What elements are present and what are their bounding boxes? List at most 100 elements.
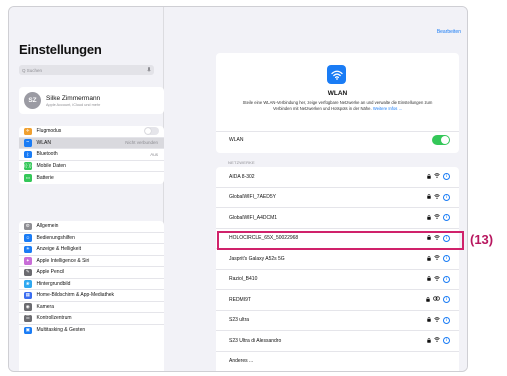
connectivity-group: ✈ Flugmodus ⌔ WLAN Nicht verbunden ᛒ Bluetooth…	[19, 126, 164, 184]
network-row[interactable]: REDMI9T i	[216, 290, 459, 311]
info-icon[interactable]: i	[443, 255, 450, 263]
sidebar-item-label: Hintergrundbild	[36, 280, 71, 287]
network-status-icons: i	[427, 214, 450, 222]
network-row[interactable]: GlobalWIFI_7AED5Y i	[216, 188, 459, 208]
sidebar-item-label: WLAN	[36, 139, 51, 146]
network-row[interactable]: GlobalWIFI_A4DCM1 i	[216, 208, 459, 229]
sidebar-item-label: Mobile Daten	[36, 162, 66, 169]
profile-name: Silke Zimmermann	[46, 94, 101, 102]
battery-icon: ▭	[24, 174, 32, 182]
lock-icon	[426, 296, 430, 303]
lock-icon	[427, 337, 431, 344]
network-row[interactable]: S23 ultra i	[216, 311, 459, 331]
hotspot-icon	[433, 296, 440, 303]
sidebar-item-apple-pencil[interactable]: ✎ Apple Pencil	[19, 267, 164, 279]
network-row[interactable]: Raziol_B410 i	[216, 270, 459, 290]
network-status-icons: i	[427, 173, 450, 181]
wifi-icon: ⌔	[24, 139, 32, 147]
network-name: GlobalWIFI_A4DCM1	[229, 214, 278, 221]
sidebar-item-label: Kontrollzentrum	[36, 315, 72, 322]
network-status-icons: i	[427, 316, 450, 324]
sidebar-item-label: Multitasking & Gesten	[36, 327, 86, 334]
wlan-title: WLAN	[327, 90, 348, 97]
info-icon[interactable]: i	[443, 296, 450, 304]
lock-icon	[427, 276, 431, 282]
sidebar-item-value: Nicht verbunden	[125, 140, 158, 146]
wlan-toggle-label: WLAN	[229, 137, 244, 143]
general-group: ⚙ Allgemein ☺ Bedienungshilfen ☀ Anzeige & He…	[19, 221, 164, 371]
sidebar-item-flugmodus[interactable]: ✈ Flugmodus	[19, 126, 164, 138]
annotation-label: (13)	[470, 232, 494, 247]
accessibility-icon: ☺	[24, 234, 32, 242]
search-placeholder: Q Suchen	[22, 67, 43, 73]
sidebar-item-label: Bedienungshilfen	[36, 234, 75, 241]
sidebar-item-apple-intelligence-siri[interactable]: ✦ Apple Intelligence & Siri	[19, 256, 164, 267]
avatar: SZ	[24, 92, 41, 109]
control-center-icon: ☰	[24, 314, 32, 322]
sidebar-item-wlan[interactable]: ⌔ WLAN Nicht verbunden	[19, 137, 164, 149]
other-network-row[interactable]: Anderes ...	[216, 352, 459, 372]
info-icon[interactable]: i	[443, 214, 450, 222]
sidebar-item-label: Flugmodus	[36, 128, 62, 135]
lock-icon	[427, 317, 431, 323]
bluetooth-icon: ᛒ	[24, 150, 32, 158]
wifi-signal-icon	[434, 173, 440, 180]
info-icon[interactable]: i	[443, 275, 450, 283]
sidebar-item-anzeige-helligkeit[interactable]: ☀ Anzeige & Helligkeit	[19, 244, 164, 256]
gear-icon: ⚙	[24, 222, 32, 230]
network-status-icons: i	[427, 193, 450, 201]
camera-icon: ◉	[24, 303, 32, 311]
edit-button[interactable]: Bearbeiten	[437, 29, 461, 35]
sidebar-item-mobile-daten[interactable]: ((·)) Mobile Daten	[19, 161, 164, 172]
sidebar-item-home-bildschirm-app-mediathek[interactable]: ▦ Home-Bildschirm & App-Mediathek	[19, 290, 164, 302]
network-name: REDMI9T	[229, 296, 251, 303]
apple-account-card[interactable]: SZ Silke Zimmermann Apple Account, iClou…	[19, 87, 164, 114]
multitasking-icon: ▣	[24, 326, 32, 334]
info-icon[interactable]: i	[443, 316, 450, 324]
sidebar-item-hintergrundbild[interactable]: ❀ Hintergrundbild	[19, 279, 164, 290]
lock-icon	[427, 255, 431, 262]
wlan-toggle[interactable]	[432, 135, 450, 145]
network-name: Jasprit's Galaxy A52s 5G	[229, 255, 285, 262]
antenna-icon: ((·))	[24, 162, 32, 170]
sidebar-item-bluetooth[interactable]: ᛒ Bluetooth Aus	[19, 149, 164, 161]
network-name: GlobalWIFI_7AED5Y	[229, 194, 276, 201]
airplane-mode-toggle[interactable]	[144, 127, 159, 136]
airplane-icon: ✈	[24, 127, 32, 135]
more-info-link[interactable]: Weitere Infos ...	[373, 106, 402, 111]
sidebar-item-bedienungshilfen[interactable]: ☺ Bedienungshilfen	[19, 233, 164, 244]
siri-icon: ✦	[24, 257, 32, 265]
info-icon[interactable]: i	[443, 173, 450, 181]
lock-icon	[427, 194, 431, 200]
info-icon[interactable]: i	[443, 193, 450, 201]
network-row[interactable]: Jasprit's Galaxy A52s 5G i	[216, 249, 459, 270]
sidebar-item-label: Kamera	[36, 303, 55, 310]
network-name: AIDA 8-302	[229, 173, 255, 180]
sidebar-item-allgemein[interactable]: ⚙ Allgemein	[19, 221, 164, 233]
sidebar-item-kontrollzentrum[interactable]: ☰ Kontrollzentrum	[19, 313, 164, 325]
sidebar-item-label: Apple Pencil	[36, 269, 65, 276]
sidebar-item-label: Batterie	[36, 174, 54, 181]
sidebar-title: Einstellungen	[19, 42, 102, 57]
sidebar-item-label: Anzeige & Helligkeit	[36, 246, 81, 253]
sidebar-item-label: Allgemein	[36, 223, 59, 230]
network-row[interactable]: S23 Ultra di Alessandro i	[216, 331, 459, 352]
search-input[interactable]: Q Suchen	[19, 65, 154, 75]
pencil-icon: ✎	[24, 268, 32, 276]
wifi-signal-icon	[434, 275, 440, 283]
network-row[interactable]: AIDA 8-302 i	[216, 167, 459, 188]
profile-subtitle: Apple Account, iCloud und mehr	[46, 102, 101, 107]
wlan-detail-pane: Bearbeiten WLAN Steile eine WLAN-Verbind…	[164, 7, 467, 372]
network-list: AIDA 8-302 i GlobalWIFI_7AED5Y i GlobalWIFI_…	[216, 167, 459, 372]
sidebar-item-batterie[interactable]: ▭ Batterie	[19, 172, 164, 184]
network-status-icons: i	[427, 337, 450, 345]
microphone-icon[interactable]	[147, 66, 151, 74]
sidebar-item-multitasking-gesten[interactable]: ▣ Multitasking & Gesten	[19, 325, 164, 337]
sidebar-item-kamera[interactable]: ◉ Kamera	[19, 302, 164, 313]
info-icon[interactable]: i	[443, 337, 450, 345]
wlan-description-text: Steile eine WLAN-Verbindung her, zeige v…	[242, 100, 433, 111]
wifi-signal-icon	[434, 193, 440, 201]
wifi-icon	[327, 65, 346, 84]
flower-icon: ❀	[24, 280, 32, 288]
wlan-toggle-row: WLAN	[216, 131, 459, 148]
